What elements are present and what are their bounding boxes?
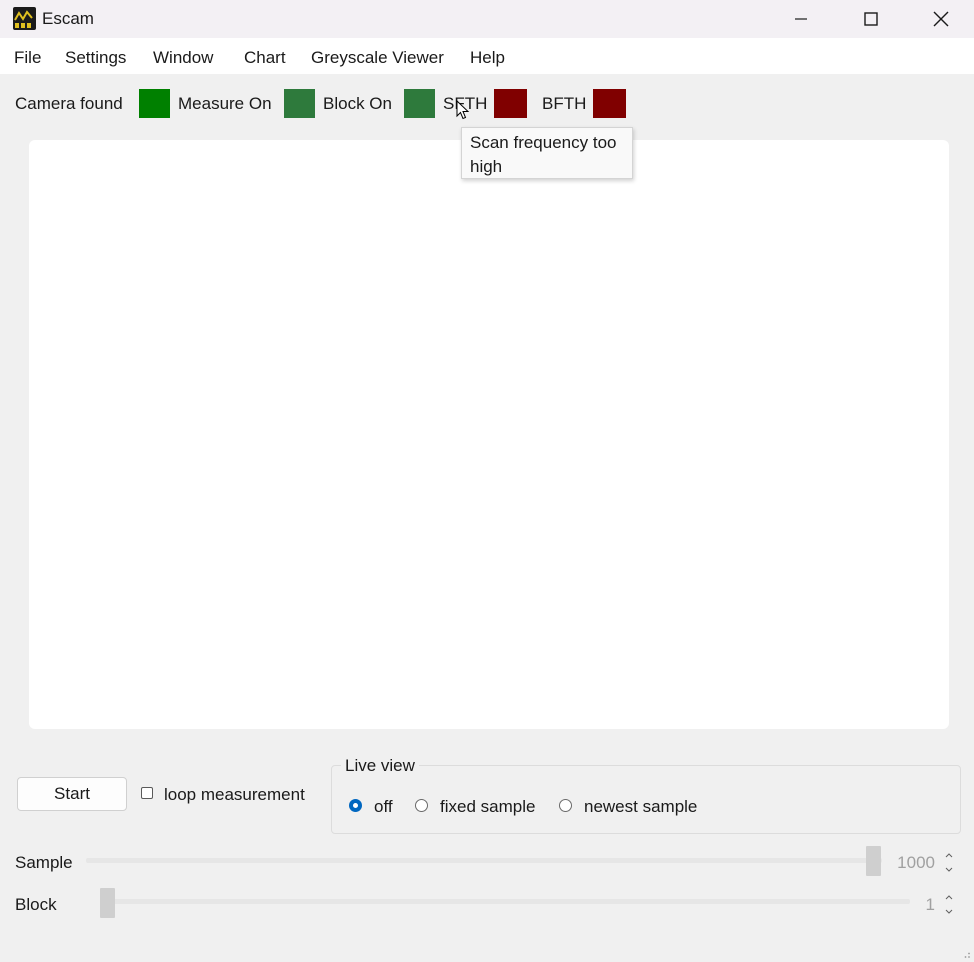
chevron-down-icon[interactable] <box>945 867 953 872</box>
bfth-label: BFTH <box>542 94 587 113</box>
chevron-down-icon[interactable] <box>945 909 953 914</box>
window-title: Escam <box>42 9 94 28</box>
radio-newest-sample-label: newest sample <box>584 797 698 816</box>
chevron-up-icon[interactable] <box>945 852 953 858</box>
start-button[interactable]: Start <box>17 777 127 811</box>
mouse-cursor-icon <box>456 100 470 120</box>
sample-spinbox-arrows[interactable] <box>938 848 960 876</box>
radio-fixed-sample-label: fixed sample <box>440 797 536 816</box>
menu-window[interactable]: Window <box>153 48 213 68</box>
menu-help[interactable]: Help <box>470 48 505 68</box>
radio-off[interactable] <box>349 799 362 812</box>
menu-greyscale-viewer[interactable]: Greyscale Viewer <box>311 48 444 68</box>
live-view-title: Live view <box>341 756 419 776</box>
sample-spinbox-value[interactable]: 1000 <box>880 853 935 873</box>
sample-slider-handle[interactable] <box>866 846 881 876</box>
block-on-label: Block On <box>323 94 392 113</box>
bfth-indicator <box>593 89 626 118</box>
block-slider-track[interactable] <box>100 899 910 904</box>
app-icon <box>13 7 36 30</box>
minimize-button[interactable] <box>778 0 824 38</box>
loop-measurement-checkbox[interactable] <box>141 787 153 799</box>
camera-found-label: Camera found <box>15 94 123 113</box>
close-button[interactable] <box>918 0 964 38</box>
title-bar: Escam <box>0 0 974 38</box>
sample-slider-track[interactable] <box>86 858 882 863</box>
block-spinbox-value[interactable]: 1 <box>880 895 935 915</box>
menu-chart[interactable]: Chart <box>244 48 286 68</box>
resize-grip-icon[interactable] <box>961 949 971 959</box>
close-icon <box>933 11 949 27</box>
menu-bar: File Settings Window Chart Greyscale Vie… <box>0 38 974 74</box>
display-canvas[interactable] <box>29 140 949 729</box>
sample-label: Sample <box>15 853 73 872</box>
block-slider-handle[interactable] <box>100 888 115 918</box>
radio-fixed-sample[interactable] <box>415 799 428 812</box>
loop-measurement-label: loop measurement <box>164 785 305 804</box>
radio-off-label: off <box>374 797 393 816</box>
chevron-up-icon[interactable] <box>945 894 953 900</box>
measure-on-indicator <box>284 89 315 118</box>
sfth-indicator <box>494 89 527 118</box>
maximize-icon <box>864 12 878 26</box>
block-spinbox-arrows[interactable] <box>938 890 960 918</box>
block-label: Block <box>15 895 57 914</box>
camera-found-indicator <box>139 89 170 118</box>
minimize-icon <box>795 18 807 20</box>
tooltip: Scan frequency too high <box>461 127 633 179</box>
menu-file[interactable]: File <box>14 48 41 68</box>
menu-settings[interactable]: Settings <box>65 48 126 68</box>
maximize-button[interactable] <box>848 0 894 38</box>
block-on-indicator <box>404 89 435 118</box>
radio-newest-sample[interactable] <box>559 799 572 812</box>
measure-on-label: Measure On <box>178 94 272 113</box>
